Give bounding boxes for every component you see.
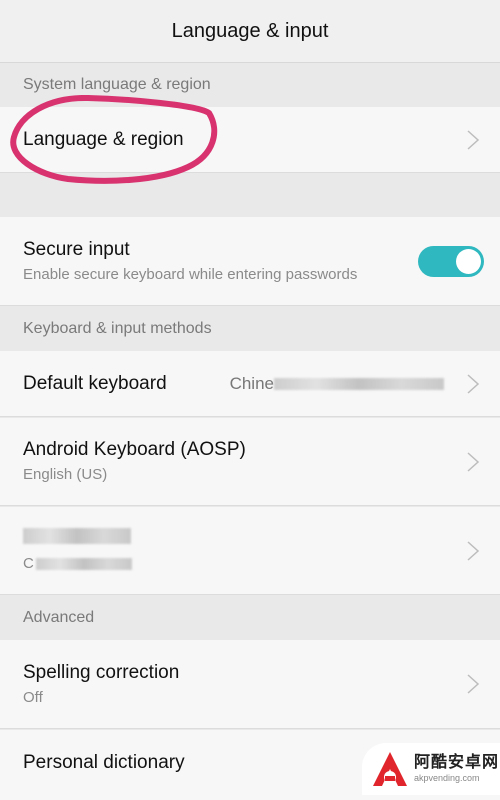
section-header-advanced: Advanced [0,596,500,640]
chevron-right-icon [466,129,480,151]
chevron-right-icon [466,373,480,395]
section-label: Keyboard & input methods [23,320,212,337]
row-title: Default keyboard [23,372,167,394]
toggle-knob [456,248,481,274]
redacted-text [35,558,132,571]
row-subtitle: C [23,554,132,574]
row-title: Personal dictionary [23,752,185,773]
section-header-keyboard: Keyboard & input methods [0,307,500,351]
row-title: Android Keyboard (AOSP) [23,439,246,460]
row-title: Spelling correction [23,661,180,683]
chevron-right-icon [466,673,480,695]
redacted-text [23,528,131,544]
default-keyboard-value: Chine [230,374,444,394]
watermark-logo-icon [373,752,407,786]
row-language-region[interactable]: Language & region [0,107,500,173]
row-default-keyboard[interactable]: Default keyboard Chine [0,351,500,417]
row-subtitle: English (US) [23,466,108,483]
row-subtitle: Off [23,688,43,706]
row-title: Secure input [23,238,130,260]
row-title-redacted [23,527,132,551]
section-label: System language & region [23,76,211,93]
page-title: Language & input [171,19,329,42]
secure-input-toggle[interactable] [418,245,484,277]
row-spelling-correction[interactable]: Spelling correction Off [0,640,500,729]
watermark-name: 阿酷安卓网 [414,754,500,771]
watermark: 阿酷安卓网 akpvending.com [362,743,500,795]
watermark-url: akpvending.com [414,773,480,783]
section-header-system: System language & region [0,63,500,107]
chevron-right-icon [466,540,480,562]
row-secure-input[interactable]: Secure input Enable secure keyboard whil… [0,217,500,306]
chevron-right-icon [466,451,480,473]
title-bar: Language & input [0,0,500,63]
row-redacted-keyboard[interactable]: C [0,507,500,595]
redacted-text [274,378,444,391]
row-subtitle: Enable secure keyboard while entering pa… [23,265,358,283]
section-label: Advanced [23,609,95,626]
row-android-keyboard[interactable]: Android Keyboard (AOSP) English (US) [0,418,500,506]
section-spacer [0,173,500,217]
row-title: Language & region [23,128,184,150]
